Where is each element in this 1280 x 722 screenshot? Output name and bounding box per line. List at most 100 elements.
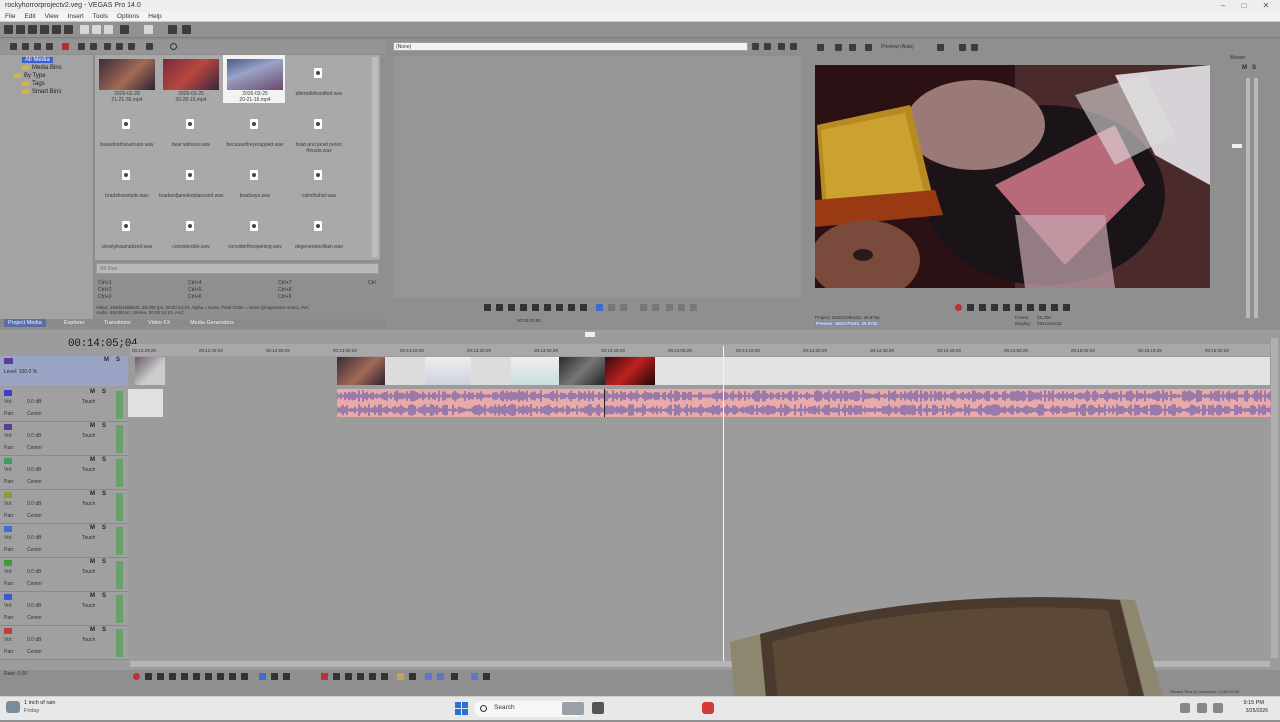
media-item[interactable]: bradsays.wav [223,157,285,205]
video-clip[interactable] [559,357,605,385]
tab-video-fx[interactable]: Video FX [148,320,171,326]
mute-button[interactable]: M [90,627,95,633]
auto-ripple-icon[interactable] [451,673,458,680]
media-fx-icon[interactable] [78,43,85,50]
media-item[interactable]: bear witness.wav [159,106,221,154]
save-snapshot-icon[interactable] [971,44,978,51]
menu-options[interactable]: Options [117,12,139,21]
playhead-cursor[interactable] [723,346,724,662]
media-item[interactable]: 2026-02-28 21-21-36.mp4 [95,55,157,103]
timeline-vertical-scrollbar[interactable] [1271,338,1278,658]
video-track-empty-area[interactable] [655,357,1270,385]
tree-item-tags[interactable]: Tags [22,81,45,87]
task-view-icon[interactable] [592,702,604,714]
stop-icon[interactable] [193,673,200,680]
mute-button[interactable]: M [90,389,95,395]
lock-icon[interactable] [381,673,388,680]
trimmer-pause-icon[interactable] [520,304,527,311]
trimmer-clear-icon[interactable] [778,43,785,50]
tree-item-all-media[interactable]: All Media [22,57,53,63]
loop-playback-icon[interactable] [967,304,974,311]
media-item-selected[interactable]: 2026-03-25 20-21-16.mp4 [223,55,285,103]
open-icon[interactable] [16,25,25,34]
media-item[interactable]: considerdde.wav [159,208,221,256]
video-clip[interactable] [135,357,165,385]
trimmer-insert-icon[interactable] [652,304,659,311]
play-from-start-icon[interactable] [157,673,164,680]
audio-track-header[interactable]: MS Vol: 0.0 dB Pan: Center Touch [0,422,128,456]
solo-button[interactable]: S [102,389,106,395]
menu-tools[interactable]: Tools [93,12,108,21]
mute-button[interactable]: M [90,423,95,429]
stop-icon[interactable] [1015,304,1022,311]
trimmer-fit-icon[interactable] [666,304,673,311]
render-icon[interactable] [52,25,61,34]
paste-icon[interactable] [104,25,113,34]
bin-icon[interactable] [46,43,53,50]
pause-icon[interactable] [181,673,188,680]
mute-button[interactable]: M [90,457,95,463]
menu-insert[interactable]: Insert [68,12,84,21]
media-search-field[interactable]: All files [96,263,379,274]
insert-region-icon[interactable] [409,673,416,680]
record-icon[interactable] [133,673,140,680]
play-from-start-icon[interactable] [979,304,986,311]
trimmer-close-icon[interactable] [790,43,797,50]
split-icon[interactable] [369,673,376,680]
trimmer-prev-frame-icon[interactable] [544,304,551,311]
maximize-button[interactable]: □ [1237,1,1251,10]
close-button[interactable]: ✕ [1259,1,1273,10]
audio-clip[interactable] [128,389,163,417]
solo-button[interactable]: S [102,491,106,497]
audio-track-header[interactable]: MS Vol: 0.0 dB Pan: Center Touch [0,524,128,558]
trimmer-stop-icon[interactable] [532,304,539,311]
properties-icon[interactable] [90,43,97,50]
snapping-icon[interactable] [425,673,432,680]
trim-end-icon[interactable] [357,673,364,680]
media-item[interactable]: considertheopening.wav [223,208,285,256]
audio-track-header[interactable]: MS Vol: 0.0 dB Pan: Center Touch [0,558,128,592]
preview-device-icon[interactable] [835,44,842,51]
insert-marker-icon[interactable] [397,673,404,680]
media-item[interactable]: becausetheyerapped.wav [223,106,285,154]
trimmer-history-icon[interactable] [752,43,759,50]
video-track-header[interactable]: Level: 100.0 % M S [0,356,128,386]
new-project-icon[interactable] [4,25,13,34]
go-to-start-icon[interactable] [1027,304,1034,311]
media-item[interactable]: basedonthisversion.wav [95,106,157,154]
video-clip[interactable] [471,357,511,385]
prev-frame-icon[interactable] [229,673,236,680]
next-frame-icon[interactable] [241,673,248,680]
ignore-grouping-icon[interactable] [483,673,490,680]
mute-button[interactable]: M [90,593,95,599]
media-item[interactable]: bradandjanetkeptaround.wav [159,157,224,205]
help-pointer-icon[interactable] [168,25,177,34]
save-as-icon[interactable] [40,25,49,34]
loop-icon[interactable] [484,304,491,311]
delete-icon[interactable] [321,673,328,680]
undo-icon[interactable] [120,25,129,34]
lock-envelopes-icon[interactable] [471,673,478,680]
volume-icon[interactable] [1213,703,1223,713]
trimmer-source-dropdown[interactable]: (None) [393,42,748,51]
stop-icon[interactable] [116,43,123,50]
loop-playback-icon[interactable] [145,673,152,680]
solo-button[interactable]: S [102,525,106,531]
menu-view[interactable]: View [45,12,59,21]
play-icon[interactable] [991,304,998,311]
pause-icon[interactable] [1003,304,1010,311]
auto-crossfade-icon[interactable] [437,673,444,680]
video-clip[interactable] [337,357,385,385]
media-item[interactable]: bradshowstuits.wav [95,157,157,205]
go-to-end-icon[interactable] [217,673,224,680]
trimmer-viewport[interactable] [393,56,801,298]
windows-start-icon[interactable] [455,702,468,715]
go-to-end-icon[interactable] [1039,304,1046,311]
menu-edit[interactable]: Edit [24,12,35,21]
next-frame-icon[interactable] [1063,304,1070,311]
video-track-solo[interactable]: S [116,357,120,363]
trimmer-overwrite-icon[interactable] [640,304,647,311]
mute-button[interactable]: M [90,491,95,497]
record-icon[interactable] [955,304,962,311]
mute-button[interactable]: M [90,525,95,531]
